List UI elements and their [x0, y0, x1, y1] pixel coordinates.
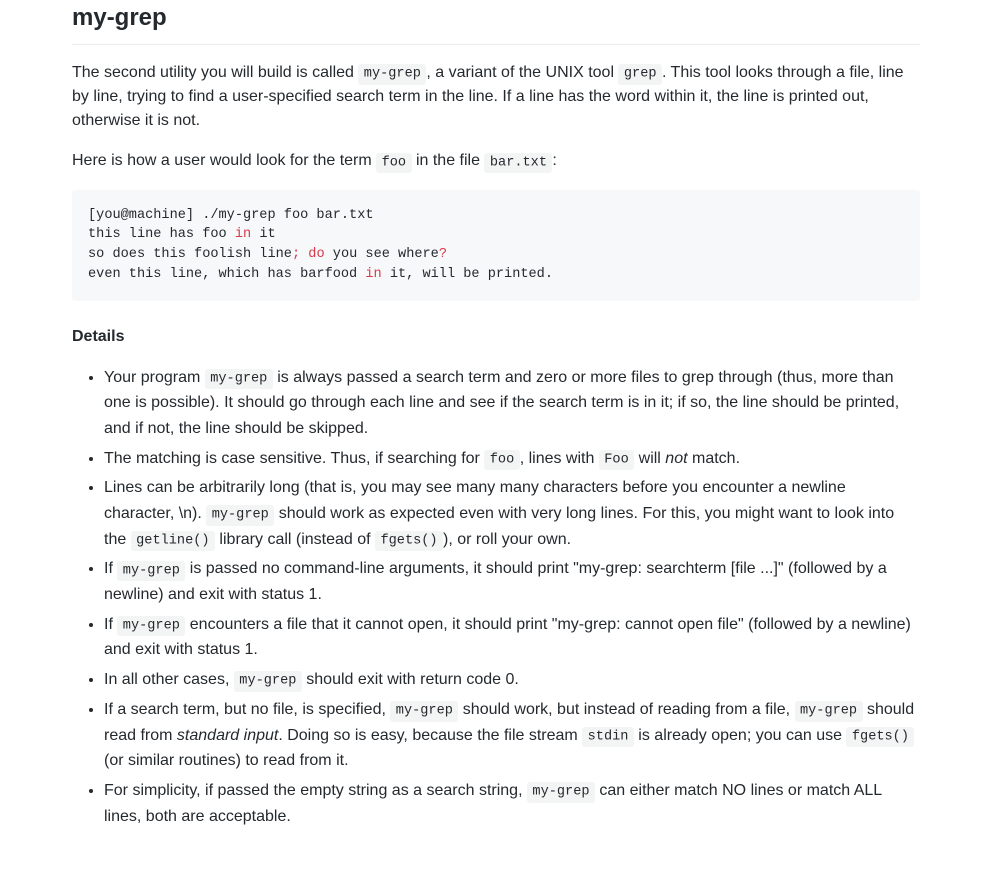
- code-inline: my-grep: [206, 505, 274, 525]
- text: match.: [688, 450, 740, 467]
- code-inline: my-grep: [795, 701, 863, 721]
- code-inline: my-grep: [205, 369, 273, 389]
- code-inline: foo: [484, 450, 519, 470]
- code-inline: my-grep: [358, 64, 426, 84]
- text: , a variant of the UNIX tool: [426, 64, 618, 81]
- list-item: If my-grep is passed no command-line arg…: [104, 556, 920, 607]
- text: If: [104, 616, 117, 633]
- text: will: [634, 450, 665, 467]
- code-inline: fgets(): [375, 531, 443, 551]
- text: . Doing so is easy, because the file str…: [278, 727, 582, 744]
- text: For simplicity, if passed the empty stri…: [104, 782, 527, 799]
- text: Your program: [104, 369, 205, 386]
- code-inline: my-grep: [390, 701, 458, 721]
- code-inline: fgets(): [846, 727, 914, 747]
- intro-paragraph-2: Here is how a user would look for the te…: [72, 149, 920, 173]
- code-line-part: this line has foo: [88, 227, 235, 242]
- code-inline: getline(): [131, 531, 215, 551]
- code-inline: stdin: [582, 727, 634, 747]
- code-inline: bar.txt: [484, 153, 552, 173]
- code-block: [you@machine] ./my-grep foo bar.txt this…: [72, 190, 920, 301]
- text: encounters a file that it cannot open, i…: [104, 616, 911, 659]
- code-line-part: you see where: [325, 247, 439, 262]
- code-inline: my-grep: [234, 671, 302, 691]
- text: :: [552, 152, 556, 169]
- code-inline: my-grep: [117, 561, 185, 581]
- code-inline: grep: [618, 64, 662, 84]
- list-item: If a search term, but no file, is specif…: [104, 697, 920, 774]
- code-line-part: even this line, which has barfood: [88, 267, 365, 282]
- text: The second utility you will build is cal…: [72, 64, 358, 81]
- code-line-part: it: [251, 227, 275, 242]
- text: , lines with: [520, 450, 599, 467]
- intro-paragraph-1: The second utility you will build is cal…: [72, 61, 920, 133]
- text: The matching is case sensitive. Thus, if…: [104, 450, 484, 467]
- code-inline: Foo: [599, 450, 634, 470]
- text: should exit with return code 0.: [302, 671, 519, 688]
- text: ), or roll your own.: [443, 531, 571, 548]
- text: If: [104, 560, 117, 577]
- code-keyword: in: [365, 267, 381, 282]
- code-line: [you@machine] ./my-grep foo bar.txt: [88, 208, 374, 223]
- text: in the file: [412, 152, 485, 169]
- list-item: Your program my-grep is always passed a …: [104, 365, 920, 442]
- code-keyword: do: [308, 247, 324, 262]
- text: Here is how a user would look for the te…: [72, 152, 376, 169]
- code-inline: my-grep: [117, 616, 185, 636]
- code-inline: my-grep: [527, 782, 595, 802]
- code-line-part: it, will be printed.: [382, 267, 553, 282]
- code-inline: foo: [376, 153, 411, 173]
- text: is already open; you can use: [634, 727, 847, 744]
- text: is passed no command-line arguments, it …: [104, 560, 887, 603]
- list-item: Lines can be arbitrarily long (that is, …: [104, 475, 920, 552]
- emphasis: not: [665, 450, 687, 467]
- details-list: Your program my-grep is always passed a …: [72, 365, 920, 830]
- text: library call (instead of: [215, 531, 375, 548]
- emphasis: standard input: [177, 727, 278, 744]
- details-heading: Details: [72, 325, 920, 349]
- list-item: The matching is case sensitive. Thus, if…: [104, 446, 920, 472]
- list-item: For simplicity, if passed the empty stri…: [104, 778, 920, 829]
- document-container: my-grep The second utility you will buil…: [36, 0, 956, 885]
- text: In all other cases,: [104, 671, 234, 688]
- list-item: If my-grep encounters a file that it can…: [104, 612, 920, 663]
- code-line-part: so does this foolish line: [88, 247, 292, 262]
- text: (or similar routines) to read from it.: [104, 752, 349, 769]
- code-keyword: ?: [439, 247, 447, 262]
- section-title: my-grep: [72, 0, 920, 45]
- code-keyword: ;: [292, 247, 300, 262]
- code-keyword: in: [235, 227, 251, 242]
- list-item: In all other cases, my-grep should exit …: [104, 667, 920, 693]
- text: should work, but instead of reading from…: [458, 701, 794, 718]
- text: If a search term, but no file, is specif…: [104, 701, 390, 718]
